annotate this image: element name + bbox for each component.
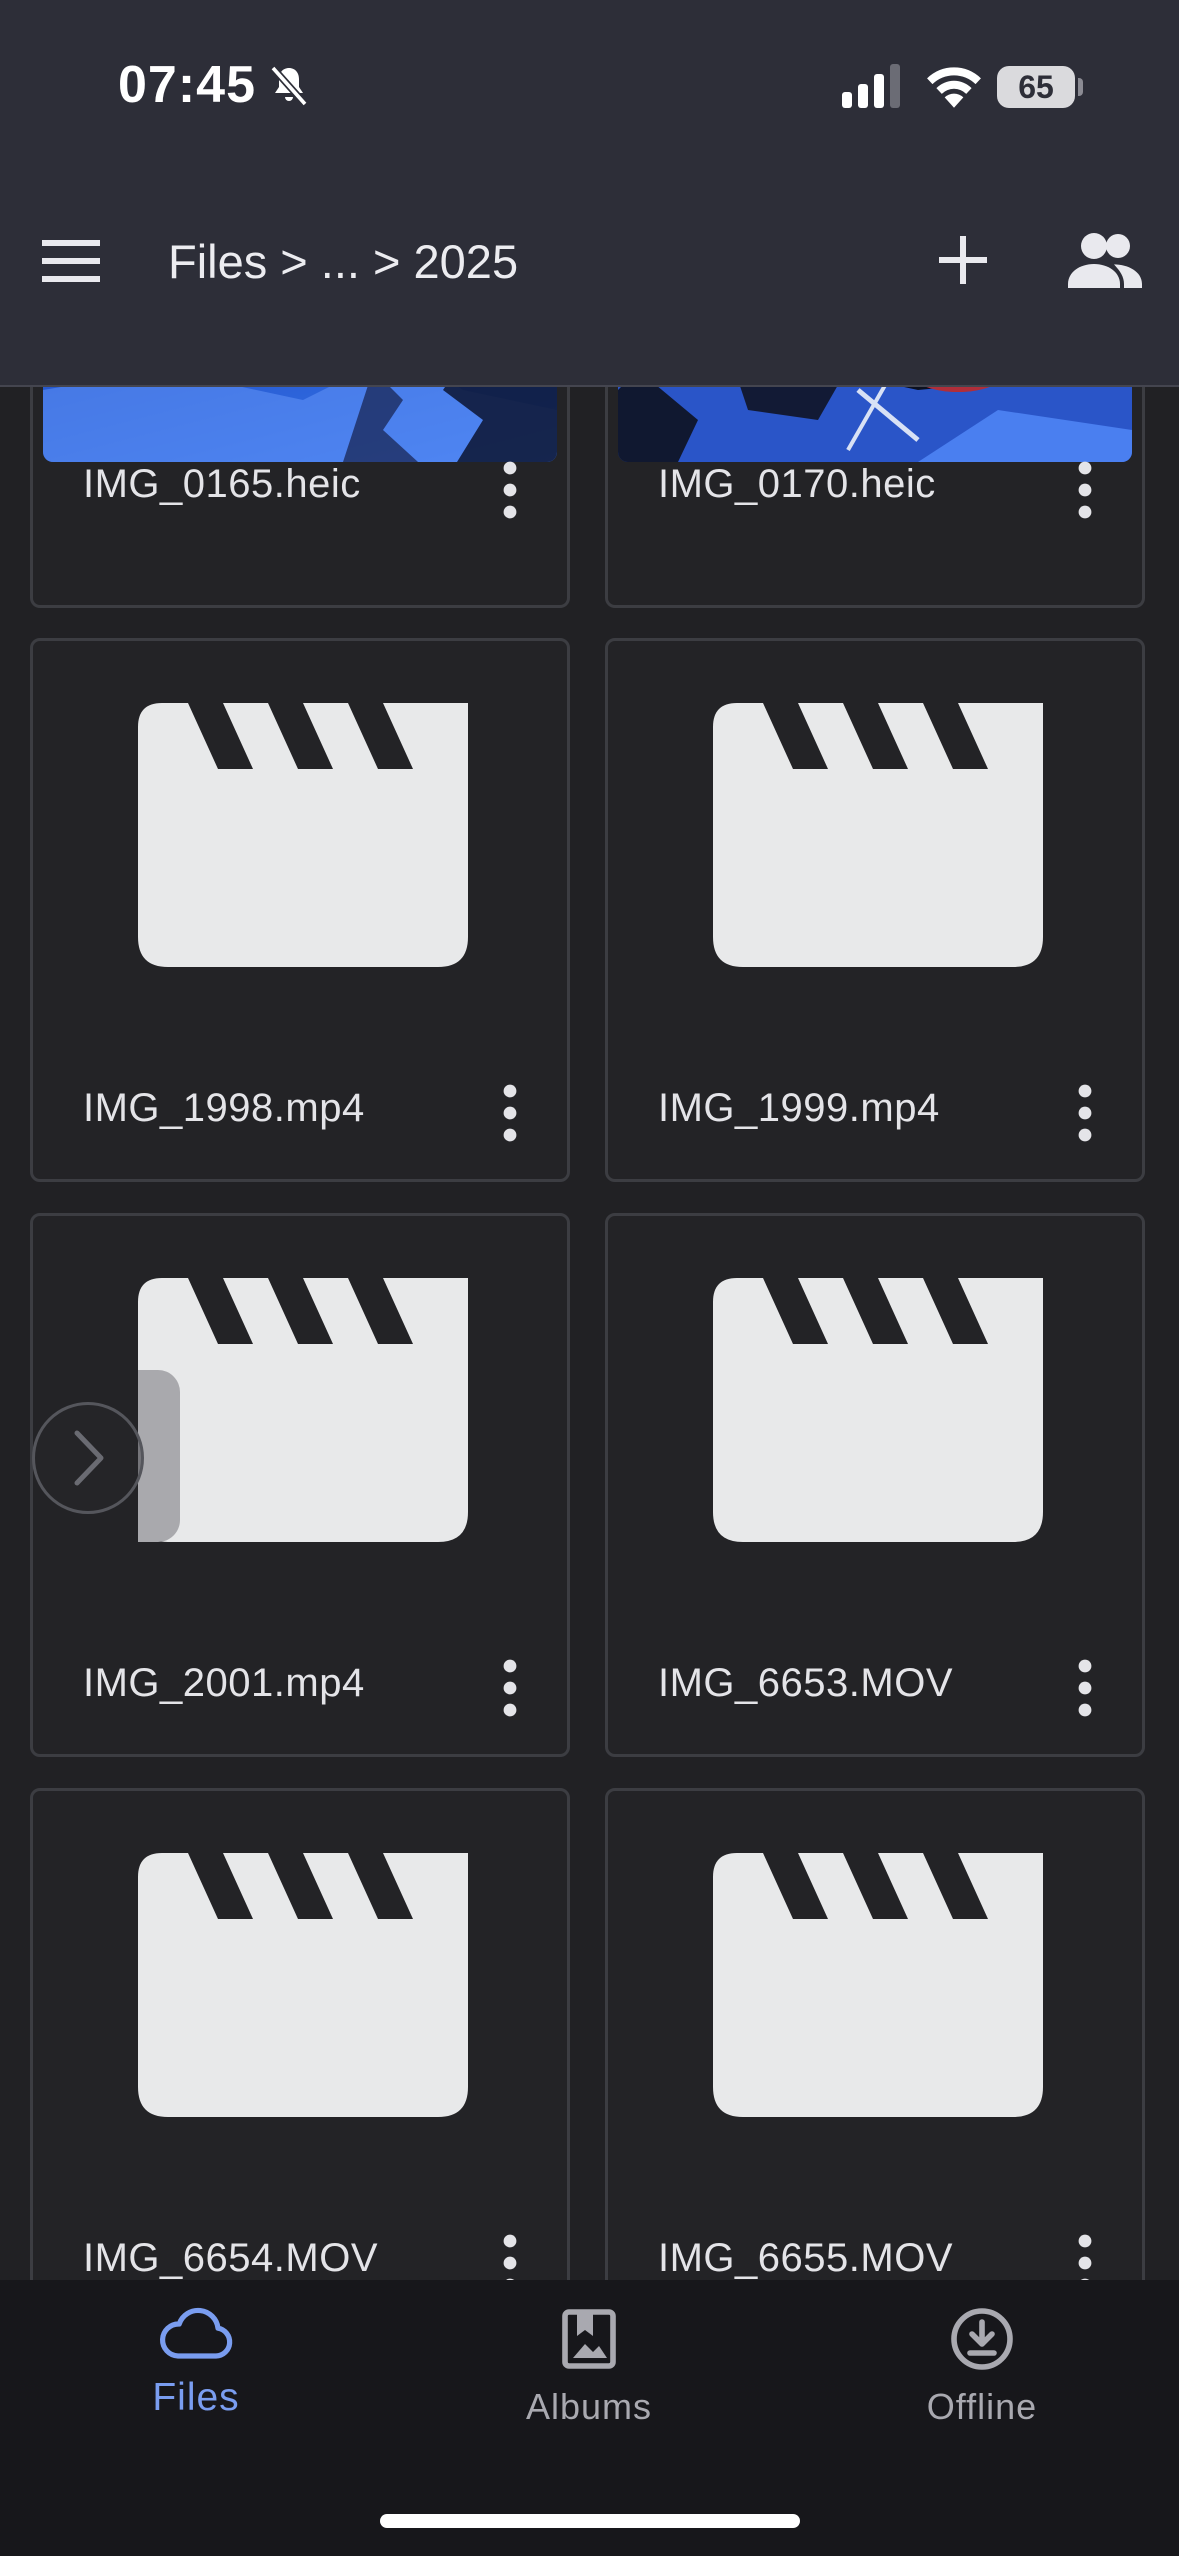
album-bookmark-icon	[562, 2309, 616, 2369]
breadcrumb[interactable]: Files > ... > 2025	[168, 234, 518, 289]
more-options-icon[interactable]	[1078, 1083, 1092, 1143]
nav-item-files[interactable]: Files	[76, 2306, 316, 2456]
file-name: IMG_6655.MOV	[658, 2236, 954, 2280]
battery-level: 65	[1018, 68, 1054, 105]
cloud-icon	[160, 2307, 233, 2359]
file-name: IMG_0170.heic	[658, 462, 936, 506]
more-options-icon[interactable]	[503, 460, 517, 520]
app-header: 07:45 65 Files > ... > 2025	[0, 0, 1179, 387]
file-name: IMG_1999.mp4	[658, 1086, 940, 1130]
status-time: 07:45	[118, 56, 256, 114]
file-card[interactable]: IMG_1998.mp4	[30, 638, 570, 1182]
file-name: IMG_6653.MOV	[658, 1661, 954, 1705]
side-drawer-tab[interactable]	[138, 1370, 180, 1542]
hamburger-menu-icon[interactable]	[42, 236, 100, 286]
home-indicator[interactable]	[380, 2514, 800, 2528]
more-options-icon[interactable]	[503, 1658, 517, 1718]
video-clapperboard-icon	[713, 1278, 1043, 1542]
cellular-signal-icon	[842, 64, 900, 108]
chevron-right-icon	[74, 1430, 104, 1486]
nav-label: Albums	[525, 2386, 653, 2427]
file-card[interactable]: IMG_6655.MOV	[605, 1788, 1145, 2332]
more-options-icon[interactable]	[1078, 1658, 1092, 1718]
nav-item-offline[interactable]: Offline	[862, 2306, 1102, 2456]
side-expand-button[interactable]	[32, 1402, 144, 1514]
download-circle-icon	[951, 2308, 1013, 2370]
nav-label: Files	[152, 2376, 240, 2419]
people-icon[interactable]	[1068, 228, 1142, 292]
more-options-icon[interactable]	[503, 1083, 517, 1143]
nav-item-albums[interactable]: Albums	[469, 2306, 709, 2456]
file-name: IMG_6654.MOV	[83, 2236, 379, 2280]
plus-icon[interactable]	[935, 232, 991, 288]
file-card[interactable]: IMG_6653.MOV	[605, 1213, 1145, 1757]
file-name: IMG_1998.mp4	[83, 1086, 365, 1130]
file-card[interactable]: IMG_1999.mp4	[605, 638, 1145, 1182]
video-clapperboard-icon	[138, 1278, 468, 1542]
file-card[interactable]: IMG_6654.MOV	[30, 1788, 570, 2332]
video-clapperboard-icon	[713, 703, 1043, 967]
video-clapperboard-icon	[138, 703, 468, 967]
file-name: IMG_2001.mp4	[83, 1661, 365, 1705]
bell-slash-icon	[270, 65, 308, 107]
nav-label: Offline	[926, 2386, 1038, 2427]
more-options-icon[interactable]	[1078, 460, 1092, 520]
video-clapperboard-icon	[713, 1853, 1043, 2117]
file-name: IMG_0165.heic	[83, 462, 361, 506]
battery-tip	[1078, 78, 1083, 96]
battery-indicator: 65	[997, 66, 1075, 108]
video-clapperboard-icon	[138, 1853, 468, 2117]
wifi-icon	[927, 67, 981, 108]
